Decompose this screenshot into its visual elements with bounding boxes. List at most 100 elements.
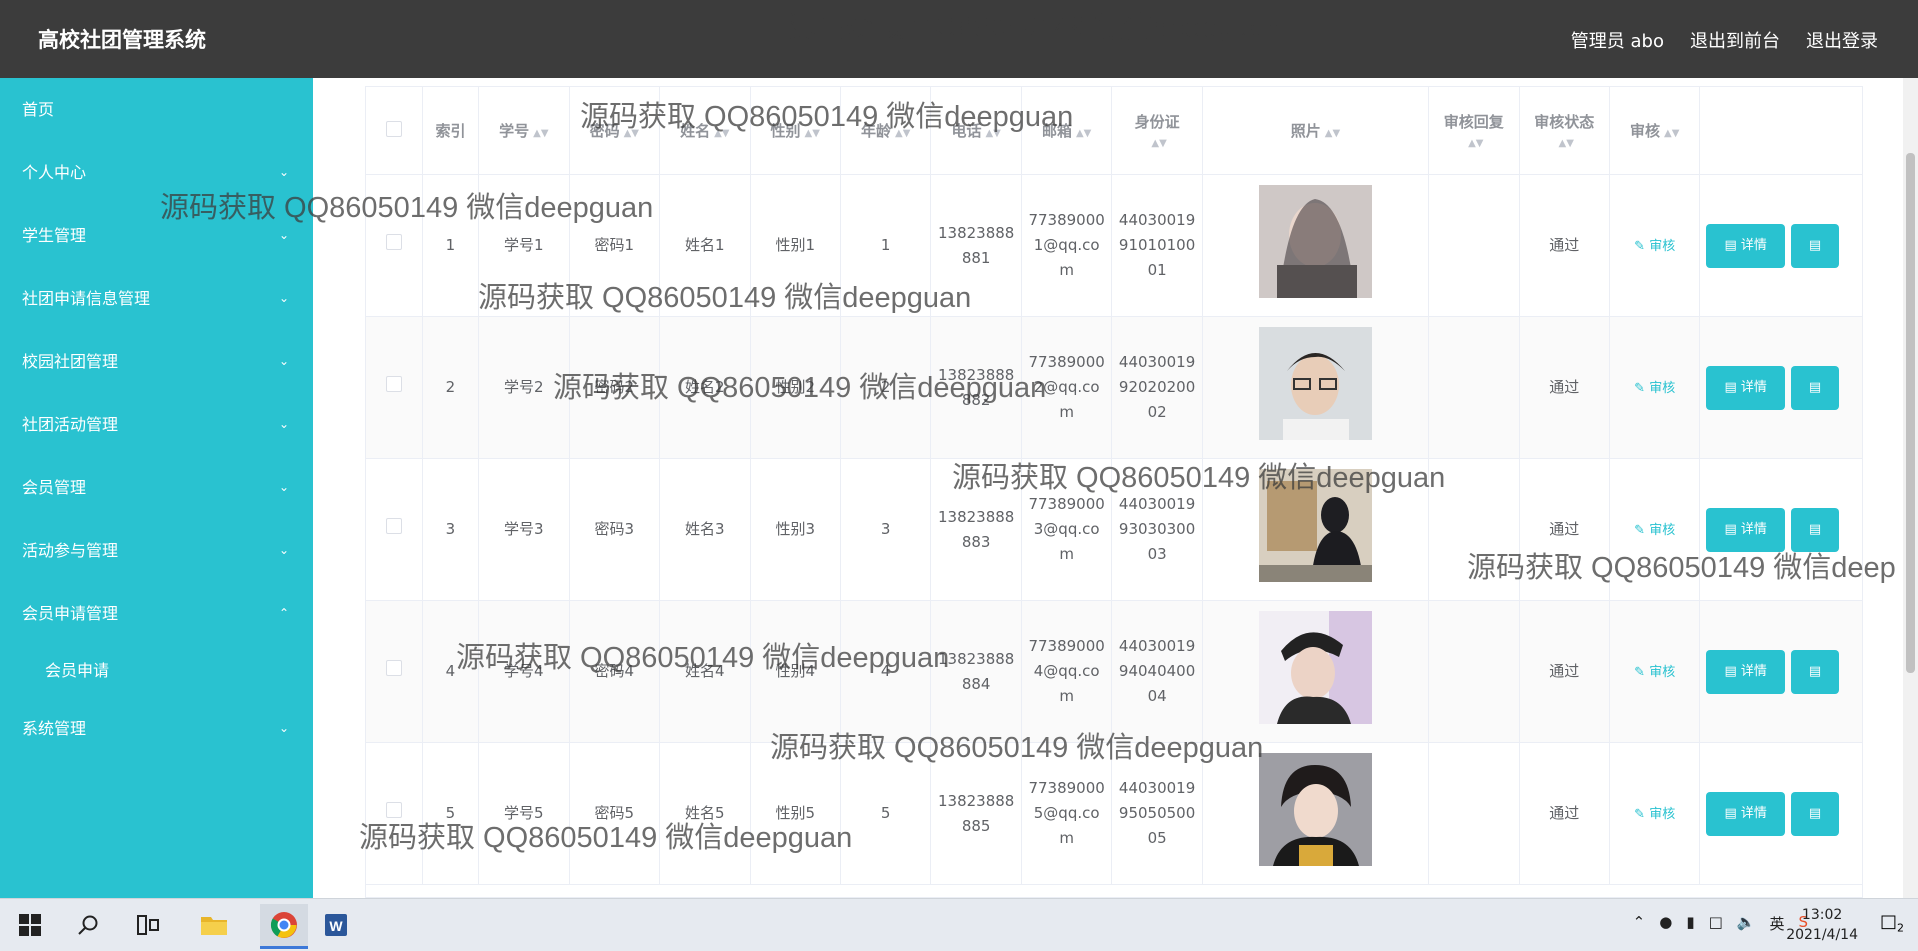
sidebar-item-member-application-management[interactable]: 会员申请管理 ⌃	[0, 582, 313, 645]
member-photo[interactable]	[1258, 469, 1372, 582]
volume-muted-icon[interactable]: 🔈	[1737, 913, 1756, 934]
sidebar-item-home[interactable]: 首页	[0, 78, 313, 141]
chrome-icon[interactable]	[260, 904, 308, 949]
chevron-up-icon[interactable]: ⌃	[1633, 913, 1646, 934]
table-row: 5 学号5 密码5 姓名5 性别5 5 13823888885 77389000…	[366, 742, 1862, 885]
column-header-email[interactable]: 邮箱 ▲▼	[1021, 87, 1113, 175]
word-icon[interactable]: W	[320, 909, 352, 941]
row-checkbox[interactable]	[385, 234, 402, 250]
clock-date: 2021/4/14	[1786, 927, 1858, 943]
sort-icon[interactable]: ▲▼	[895, 128, 910, 139]
sort-icon[interactable]: ▲▼	[1559, 138, 1574, 149]
sort-icon[interactable]: ▲▼	[1468, 138, 1483, 149]
sort-icon[interactable]: ▲▼	[624, 128, 639, 139]
column-header-gender[interactable]: 性别 ▲▼	[750, 87, 841, 175]
cell-phone: 13823888884	[930, 600, 1022, 743]
sidebar-item-label: 校园社团管理	[22, 352, 119, 371]
clock[interactable]: 13:02 2021/4/14	[1786, 905, 1858, 945]
audit-link[interactable]: ✎ 审核	[1634, 807, 1675, 822]
column-header-name[interactable]: 姓名 ▲▼	[659, 87, 751, 175]
document-icon: ▤	[1724, 521, 1737, 537]
member-photo[interactable]	[1258, 185, 1372, 298]
sort-icon[interactable]: ▲▼	[1325, 128, 1340, 139]
cell-phone: 13823888882	[930, 316, 1022, 459]
cell-age: 4	[840, 600, 932, 743]
qq-icon[interactable]: ●	[1659, 913, 1672, 934]
sort-icon[interactable]: ▲▼	[805, 128, 820, 139]
audit-link[interactable]: ✎ 审核	[1634, 665, 1675, 680]
detail-button[interactable]: ▤ 详情	[1706, 649, 1785, 694]
scrollbar-thumb[interactable]	[1906, 153, 1915, 673]
sidebar-item-student-management[interactable]: 学生管理 ⌄	[0, 204, 313, 267]
column-header-photo[interactable]: 照片 ▲▼	[1202, 87, 1430, 175]
sidebar-item-label: 学生管理	[22, 226, 87, 245]
file-explorer-icon[interactable]	[198, 909, 230, 941]
member-photo[interactable]	[1258, 753, 1372, 866]
sidebar-item-club-activity-management[interactable]: 社团活动管理 ⌄	[0, 393, 313, 456]
row-checkbox[interactable]	[385, 518, 402, 534]
sort-icon[interactable]: ▲▼	[714, 128, 729, 139]
logout-link[interactable]: 退出登录	[1806, 27, 1878, 53]
sidebar-item-campus-club-management[interactable]: 校园社团管理 ⌄	[0, 330, 313, 393]
row-checkbox[interactable]	[385, 660, 402, 676]
network-icon[interactable]: □	[1709, 913, 1723, 934]
data-table-container[interactable]: 索引 学号 ▲▼ 密码 ▲▼ 姓名 ▲▼ 性别 ▲▼ 年龄 ▲▼ 电话 ▲▼ 邮箱 ▲▼ 身份…	[365, 86, 1863, 898]
sidebar-item-personal-center[interactable]: 个人中心 ⌄	[0, 141, 313, 204]
select-all-checkbox[interactable]	[385, 120, 402, 137]
sort-icon[interactable]: ▲▼	[1151, 138, 1166, 149]
detail-button[interactable]: ▤ 详情	[1706, 223, 1785, 268]
main-content: 索引 学号 ▲▼ 密码 ▲▼ 姓名 ▲▼ 性别 ▲▼ 年龄 ▲▼ 电话 ▲▼ 邮箱 ▲▼ 身份…	[313, 78, 1903, 898]
detail-button[interactable]: ▤ 详情	[1706, 365, 1785, 410]
column-header-phone[interactable]: 电话 ▲▼	[930, 87, 1022, 175]
sort-icon[interactable]: ▲▼	[533, 128, 548, 139]
cell-audit-status: 通过	[1519, 174, 1610, 317]
cell-gender: 性别3	[750, 458, 841, 601]
edit-button[interactable]: ▤	[1790, 791, 1840, 836]
column-header-age[interactable]: 年龄 ▲▼	[840, 87, 932, 175]
row-checkbox[interactable]	[385, 802, 402, 818]
column-header-audit-reply[interactable]: 审核回复 ▲▼	[1428, 87, 1520, 175]
document-icon: ▤	[1724, 805, 1737, 821]
column-header-id-card[interactable]: 身份证 ▲▼	[1111, 87, 1203, 175]
sidebar-item-member-management[interactable]: 会员管理 ⌄	[0, 456, 313, 519]
battery-icon[interactable]: ▮	[1686, 913, 1694, 934]
page-scrollbar[interactable]	[1903, 78, 1918, 898]
detail-button[interactable]: ▤ 详情	[1706, 791, 1785, 836]
column-header-audit[interactable]: 审核 ▲▼	[1609, 87, 1701, 175]
search-icon[interactable]	[72, 909, 104, 941]
sidebar-item-system-management[interactable]: 系统管理 ⌄	[0, 697, 313, 760]
notification-icon[interactable]: □2	[1880, 911, 1904, 935]
column-header-student-no[interactable]: 学号 ▲▼	[478, 87, 570, 175]
app-title: 高校社团管理系统	[38, 28, 206, 52]
sort-icon[interactable]: ▲▼	[1076, 128, 1091, 139]
member-photo[interactable]	[1258, 327, 1372, 440]
column-header-actions	[1699, 87, 1862, 175]
edit-button[interactable]: ▤	[1790, 649, 1840, 694]
cell-audit-reply	[1428, 174, 1520, 317]
windows-start-icon[interactable]	[14, 909, 46, 941]
audit-link[interactable]: ✎ 审核	[1634, 239, 1675, 254]
edit-button[interactable]: ▤	[1790, 507, 1840, 552]
admin-user-link[interactable]: 管理员 abo	[1571, 27, 1664, 53]
audit-link[interactable]: ✎ 审核	[1634, 381, 1675, 396]
sidebar-item-activity-participation[interactable]: 活动参与管理 ⌄	[0, 519, 313, 582]
sort-icon[interactable]: ▲▼	[1664, 128, 1679, 139]
sidebar-subitem-member-application[interactable]: 会员申请	[0, 645, 313, 697]
detail-button[interactable]: ▤ 详情	[1706, 507, 1785, 552]
edit-button[interactable]: ▤	[1790, 365, 1840, 410]
member-photo[interactable]	[1258, 611, 1372, 724]
audit-link[interactable]: ✎ 审核	[1634, 523, 1675, 538]
column-header-audit-status[interactable]: 审核状态 ▲▼	[1519, 87, 1610, 175]
sidebar-item-club-application-info[interactable]: 社团申请信息管理 ⌄	[0, 267, 313, 330]
column-header-password[interactable]: 密码 ▲▼	[569, 87, 661, 175]
sidebar-item-label: 社团活动管理	[22, 415, 119, 434]
sort-icon[interactable]: ▲▼	[985, 128, 1000, 139]
task-view-icon[interactable]	[132, 909, 164, 941]
edit-button[interactable]: ▤	[1790, 223, 1840, 268]
cell-student-no: 学号4	[478, 600, 570, 743]
notification-count: 2	[1897, 921, 1904, 935]
exit-to-frontend-link[interactable]: 退出到前台	[1690, 27, 1780, 53]
ime-indicator[interactable]: 英	[1769, 913, 1784, 934]
cell-gender: 性别1	[750, 174, 841, 317]
row-checkbox[interactable]	[385, 376, 402, 392]
